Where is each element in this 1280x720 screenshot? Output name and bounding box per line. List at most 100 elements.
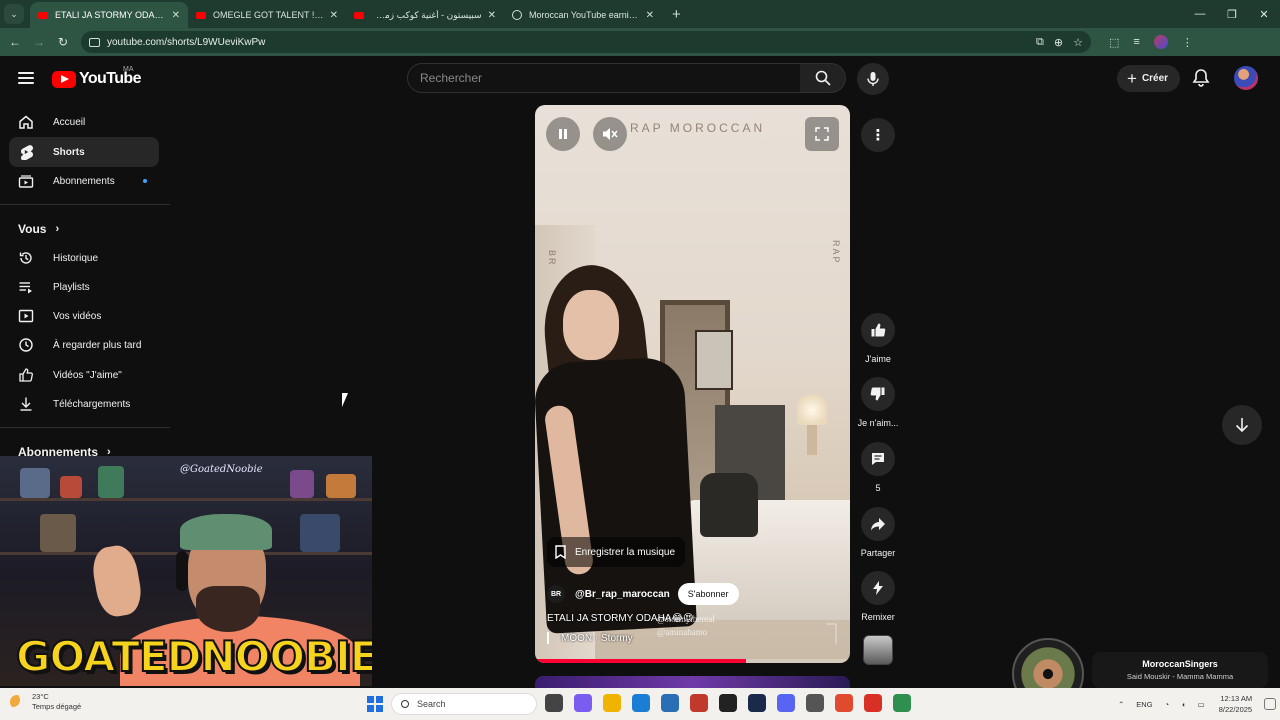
browser-tab[interactable]: ETALI JA STORMY ODAHA 😂😍 ✕ <box>30 2 188 28</box>
music-row[interactable]: MOON · Stormy <box>547 632 633 644</box>
zoom-icon[interactable]: ⊕ <box>1054 36 1063 49</box>
browser-menu-icon[interactable]: ⋮ <box>1182 36 1193 49</box>
dislike-button[interactable] <box>861 377 895 411</box>
comments-action[interactable]: 5 <box>853 442 903 493</box>
network-icon[interactable]: ◔ <box>1165 700 1170 709</box>
sidebar-item-liked-videos[interactable]: Vidéos "J'aime" <box>9 360 159 390</box>
voice-search-button[interactable] <box>857 63 889 95</box>
next-short-button[interactable] <box>1222 405 1262 445</box>
save-music-button[interactable]: Enregistrer la musique <box>547 537 686 567</box>
sidebar-item-label: Vos vidéos <box>53 310 102 322</box>
create-button[interactable]: + Créer <box>1117 65 1181 92</box>
close-icon[interactable]: ✕ <box>172 10 180 21</box>
shorts-video-player[interactable]: BR RAP RAP MOROCCAN Enregistrer la musiq… <box>535 105 850 663</box>
taskbar-app-icon[interactable] <box>603 694 621 712</box>
browser-tab[interactable]: Moroccan YouTube earnings ✕ <box>504 2 662 28</box>
taskbar-app-icon[interactable] <box>864 694 882 712</box>
taskbar-app-icon[interactable] <box>719 694 737 712</box>
taskbar-app-icon[interactable] <box>777 694 795 712</box>
video-side-watermark: BR <box>547 250 557 267</box>
next-short-preview[interactable] <box>535 676 850 688</box>
browser-tab[interactable]: OMEGLE GOT TALENT !! أوميغل ✕ <box>188 2 346 28</box>
like-action[interactable]: J'aime <box>853 313 903 364</box>
notifications-button[interactable] <box>1192 68 1210 93</box>
channel-handle[interactable]: @Br_rap_maroccan <box>575 589 670 600</box>
history-icon <box>18 250 34 266</box>
sidebar-item-your-videos[interactable]: Vos vidéos <box>9 301 159 331</box>
volume-muted-icon <box>603 128 618 140</box>
mute-button[interactable] <box>593 117 627 151</box>
new-tab-button[interactable]: + <box>672 6 681 23</box>
taskbar-app-icon[interactable] <box>574 694 592 712</box>
chevron-right-icon: › <box>55 223 60 235</box>
forward-icon[interactable]: → <box>27 35 51 49</box>
reload-icon[interactable]: ↻ <box>51 35 75 49</box>
sidebar-section-you[interactable]: Vous › <box>18 222 59 236</box>
taskbar-app-icon[interactable] <box>748 694 766 712</box>
sidebar-item-history[interactable]: Historique <box>9 243 159 273</box>
create-label: Créer <box>1141 73 1169 84</box>
battery-icon[interactable]: ▭ <box>1198 700 1205 709</box>
video-progress-bar[interactable] <box>535 659 850 663</box>
search-input[interactable] <box>420 71 800 85</box>
sidebar-item-shorts[interactable]: Shorts <box>9 137 159 167</box>
taskbar-app-icon[interactable] <box>835 694 853 712</box>
remix-button[interactable] <box>861 571 895 605</box>
sidebar-item-home[interactable]: Accueil <box>9 107 159 137</box>
search-box[interactable] <box>407 63 801 93</box>
like-button[interactable] <box>861 313 895 347</box>
url-text[interactable]: youtube.com/shorts/L9WUeviKwPw <box>107 37 1036 48</box>
channel-avatar[interactable]: BR <box>547 585 565 603</box>
chevron-up-icon[interactable]: ⌃ <box>1118 700 1124 709</box>
volume-icon[interactable]: ◖ <box>1181 700 1186 709</box>
taskbar-app-icon[interactable] <box>690 694 708 712</box>
browser-tab[interactable]: سبيستون - أغنية كوكب زمرد 🔊 ✕ <box>346 2 504 28</box>
profile-icon[interactable] <box>1153 35 1168 49</box>
taskbar-app-icon[interactable] <box>545 694 563 712</box>
sidebar-item-watch-later[interactable]: À regarder plus tard <box>9 330 159 360</box>
language-indicator[interactable]: ENG <box>1136 700 1152 709</box>
taskbar-search[interactable]: Search <box>391 693 537 715</box>
bookmark-star-icon[interactable]: ☆ <box>1073 36 1083 49</box>
restore-icon[interactable]: ❐ <box>1216 0 1248 28</box>
taskbar-app-icon[interactable] <box>661 694 679 712</box>
site-info-icon[interactable] <box>89 37 100 47</box>
sidebar-item-subscriptions[interactable]: Abonnements <box>9 166 159 196</box>
extensions-icon[interactable]: ⬚ <box>1109 36 1119 49</box>
sound-thumbnail[interactable] <box>863 635 893 665</box>
tab-search-button[interactable]: ⌄ <box>4 4 24 24</box>
search-button[interactable] <box>800 63 846 93</box>
close-icon[interactable]: ✕ <box>330 10 338 21</box>
notifications-icon[interactable] <box>1264 698 1277 710</box>
sidebar-item-label: Accueil <box>53 116 86 128</box>
remix-action[interactable]: Remixer <box>853 571 903 622</box>
share-action[interactable]: Partager <box>853 507 903 558</box>
taskbar-app-icon[interactable] <box>632 694 650 712</box>
fullscreen-button[interactable] <box>805 117 839 151</box>
minimize-icon[interactable]: — <box>1184 0 1216 28</box>
taskbar-app-icon[interactable] <box>806 694 824 712</box>
comments-button[interactable] <box>861 442 895 476</box>
weather-widget[interactable]: 23°C Temps dégagé <box>10 692 81 712</box>
address-bar[interactable]: youtube.com/shorts/L9WUeviKwPw ⧉ ⊕ ☆ <box>81 31 1091 53</box>
clock[interactable]: 12:13 AM 8/22/2025 <box>1219 693 1252 715</box>
more-options-button[interactable]: ⋮ <box>861 118 895 152</box>
share-button[interactable] <box>861 507 895 541</box>
subscribe-button[interactable]: S'abonner <box>677 583 739 605</box>
pause-button[interactable] <box>546 117 580 151</box>
menu-icon[interactable] <box>18 72 34 84</box>
sidebar-item-downloads[interactable]: Téléchargements <box>9 389 159 419</box>
window-controls: — ❐ ✕ <box>1184 0 1280 28</box>
install-app-icon[interactable]: ⧉ <box>1036 36 1044 49</box>
close-window-icon[interactable]: ✕ <box>1248 0 1280 28</box>
back-icon[interactable]: ← <box>3 35 27 49</box>
close-icon[interactable]: ✕ <box>646 10 654 21</box>
taskbar-app-icon[interactable] <box>893 694 911 712</box>
dislike-action[interactable]: Je n'aim... <box>853 377 903 428</box>
close-icon[interactable]: ✕ <box>488 10 496 21</box>
subscriptions-icon <box>18 173 34 189</box>
tab-list-icon[interactable]: ≡ <box>1133 36 1139 48</box>
sidebar-item-playlists[interactable]: Playlists <box>9 272 159 302</box>
windows-start-icon[interactable] <box>367 696 383 712</box>
avatar[interactable] <box>1234 66 1258 90</box>
